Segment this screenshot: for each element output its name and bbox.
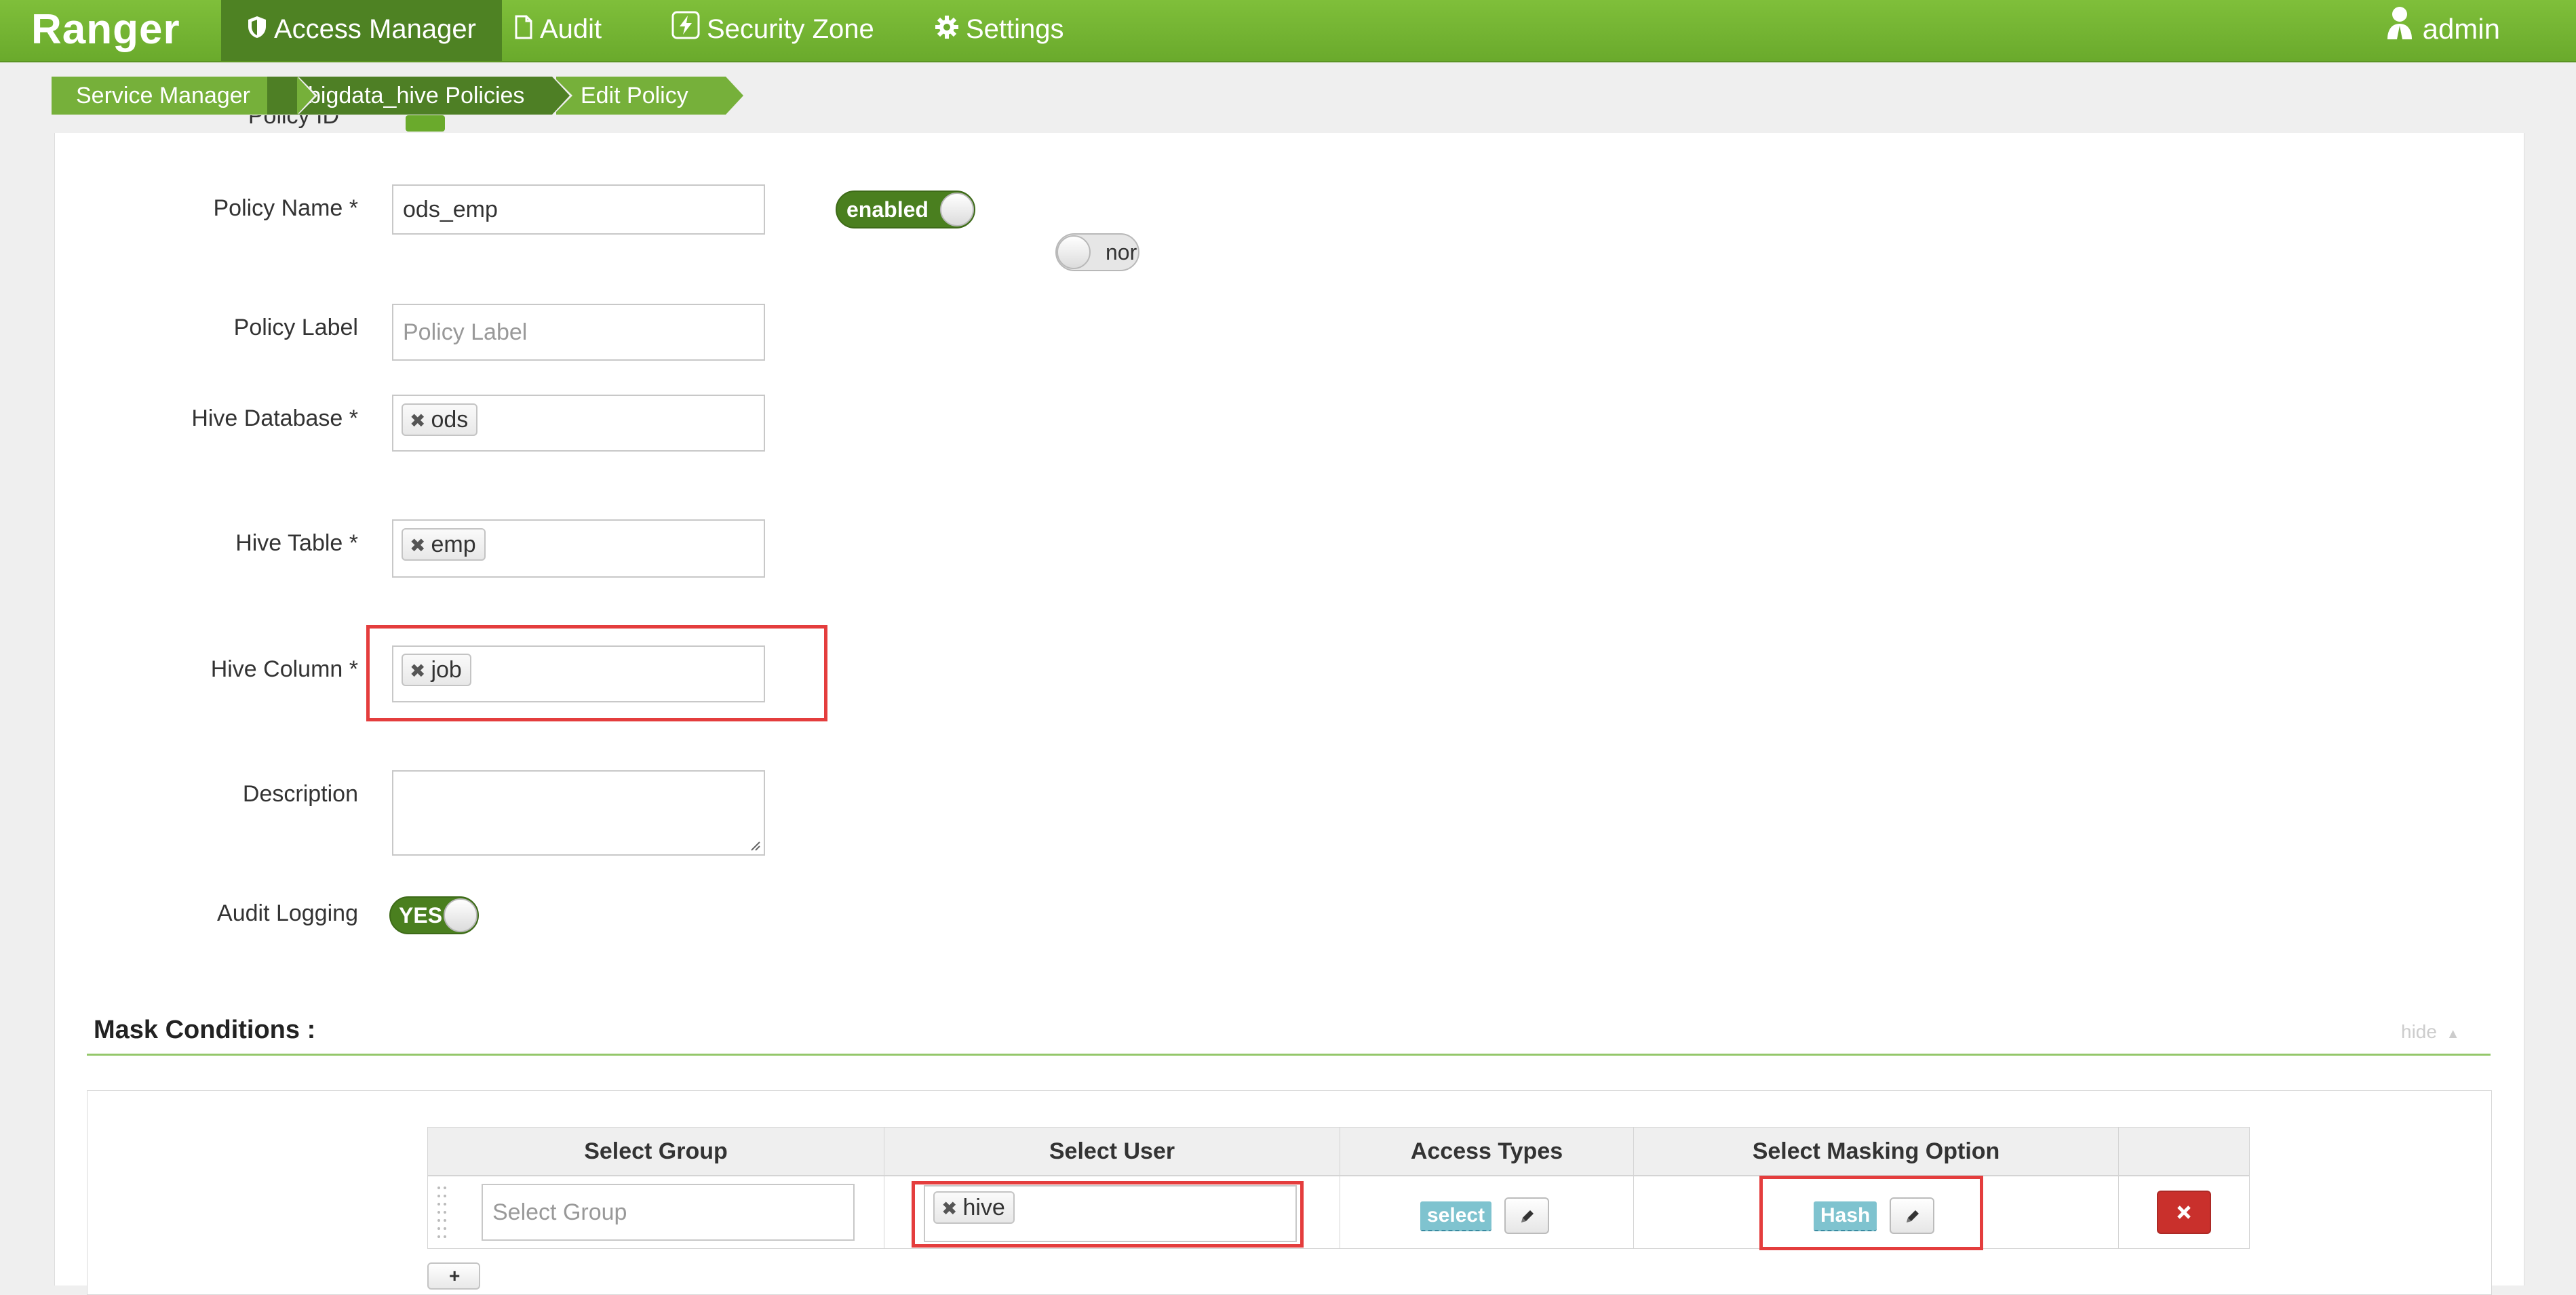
user-menu[interactable]: admin [2386,0,2500,61]
breadcrumb-service-manager-label: Service Manager [76,83,251,108]
select-user-tag-label: hive [962,1195,1005,1220]
nav-access-manager[interactable]: Access Manager [221,0,502,61]
description-textarea[interactable] [392,770,765,856]
pencil-icon [1521,1210,1534,1222]
user-name: admin [2422,13,2500,45]
hide-label: hide [2401,1021,2437,1042]
hive-table-tag[interactable]: ✖ emp [402,528,486,561]
edit-masking-button[interactable] [1890,1197,1934,1234]
breadcrumb-edit-policy: Edit Policy [556,77,746,115]
toggle-knob [444,898,477,932]
hive-database-tag-label: ods [431,407,469,433]
policy-type-label: nor [1106,240,1137,264]
nav-security-zone-label: Security Zone [707,14,874,44]
policy-label-input[interactable]: Policy Label [392,304,765,361]
shield-icon [247,1,267,60]
remove-tag-icon[interactable]: ✖ [410,660,425,681]
col-header-masking-option: Select Masking Option [1633,1127,2119,1176]
gear-icon [935,1,959,60]
mask-conditions-title: Mask Conditions : [94,1016,316,1044]
lightning-icon [671,1,700,60]
description-label: Description [242,781,358,807]
audit-logging-label: Audit Logging [217,900,358,926]
nav-audit[interactable]: Audit [514,0,602,61]
remove-tag-icon[interactable]: ✖ [410,410,425,431]
delete-row-button[interactable] [2157,1191,2211,1234]
audit-logging-toggle[interactable]: YES [389,896,479,934]
hive-column-tag[interactable]: ✖ job [402,654,471,686]
policy-label-label: Policy Label [233,315,358,340]
toggle-knob [940,193,974,226]
policy-name-input[interactable]: ods_emp [392,184,765,235]
policy-type-toggle[interactable]: nor [1055,233,1139,271]
policy-enabled-toggle[interactable]: enabled [836,191,975,228]
nav-settings[interactable]: Settings [935,0,1064,61]
select-user-tag[interactable]: ✖ hive [933,1191,1015,1224]
file-icon [514,1,533,60]
hive-column-label: Hive Column * [210,656,358,682]
section-divider [87,1054,2491,1056]
remove-tag-icon[interactable]: ✖ [941,1198,957,1219]
masking-option-badge[interactable]: Hash [1814,1201,1877,1231]
col-header-select-user: Select User [884,1127,1340,1176]
hive-column-tag-label: job [431,657,462,683]
top-navbar: Ranger Access Manager Audit Security Zon… [0,0,2576,62]
close-icon [2177,1206,2191,1219]
hive-table-tag-label: emp [431,532,476,557]
audit-logging-value: YES [399,903,443,928]
nav-access-manager-label: Access Manager [274,14,476,44]
policy-name-label: Policy Name * [213,195,358,221]
nav-settings-label: Settings [966,14,1064,44]
drag-handle-icon [437,1187,446,1238]
pencil-icon [1907,1210,1919,1222]
add-row-button[interactable]: + [427,1262,480,1290]
hive-table-label: Hive Table * [235,530,358,556]
col-header-select-group: Select Group [427,1127,884,1176]
hive-database-tag[interactable]: ✖ ods [402,403,478,436]
ranger-logo[interactable]: Ranger [31,3,180,57]
policy-id-badge [406,115,445,132]
user-icon [2386,2,2413,60]
caret-up-icon: ▲ [2446,1027,2460,1041]
row-drag-handle[interactable] [435,1184,449,1242]
breadcrumb-edit-policy-label: Edit Policy [581,83,688,108]
resize-handle-icon[interactable] [747,838,761,852]
select-group-input[interactable]: Select Group [482,1184,855,1241]
hide-mask-conditions[interactable]: hide ▲ [2401,1021,2460,1043]
remove-tag-icon[interactable]: ✖ [410,535,425,556]
policy-id-row-clipped: Policy ID [54,115,733,138]
toggle-knob [1057,235,1091,269]
breadcrumb-service-manager[interactable]: Service Manager [52,77,317,115]
nav-security-zone[interactable]: Security Zone [671,0,874,61]
edit-access-button[interactable] [1504,1197,1549,1234]
col-header-access-types: Access Types [1340,1127,1634,1176]
access-type-badge[interactable]: select [1420,1201,1492,1231]
policy-id-label: Policy ID [248,115,339,129]
breadcrumb-hive-policies-label: bigdata_hive Policies [308,83,525,108]
col-header-actions [2118,1127,2250,1176]
policy-enabled-label: enabled [846,197,929,222]
nav-audit-label: Audit [540,14,602,44]
hive-database-label: Hive Database * [191,405,358,431]
plus-icon: + [449,1265,461,1286]
